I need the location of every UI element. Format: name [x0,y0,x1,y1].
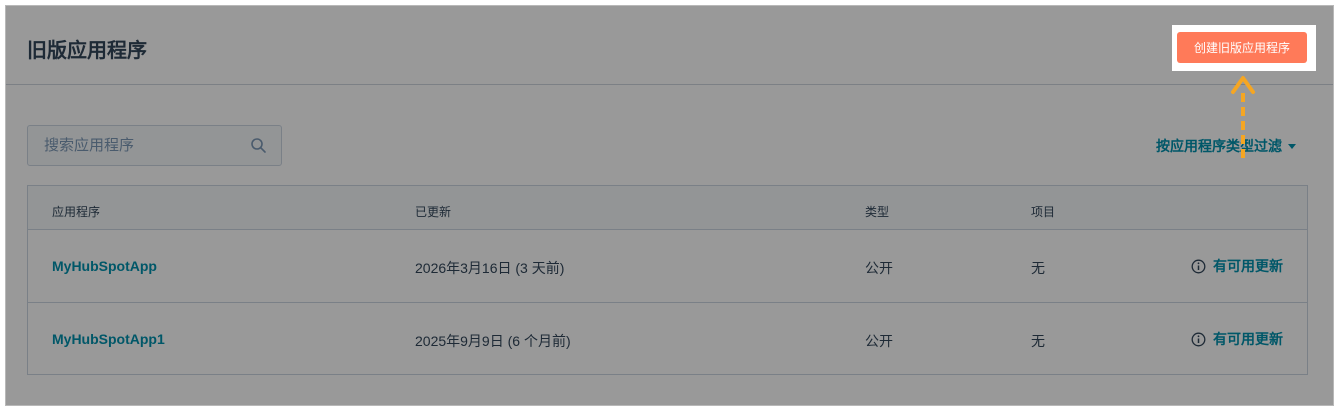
legacy-apps-page: 旧版应用程序 按应用程序类型过滤 应用程序 已更新 类型 项目 MyHubSpo… [5,5,1334,406]
highlight-box: 创建旧版应用程序 [1172,25,1316,71]
arrow-up-icon [1231,76,1255,158]
create-legacy-app-button[interactable]: 创建旧版应用程序 [1177,32,1307,63]
dim-overlay [6,6,1333,405]
